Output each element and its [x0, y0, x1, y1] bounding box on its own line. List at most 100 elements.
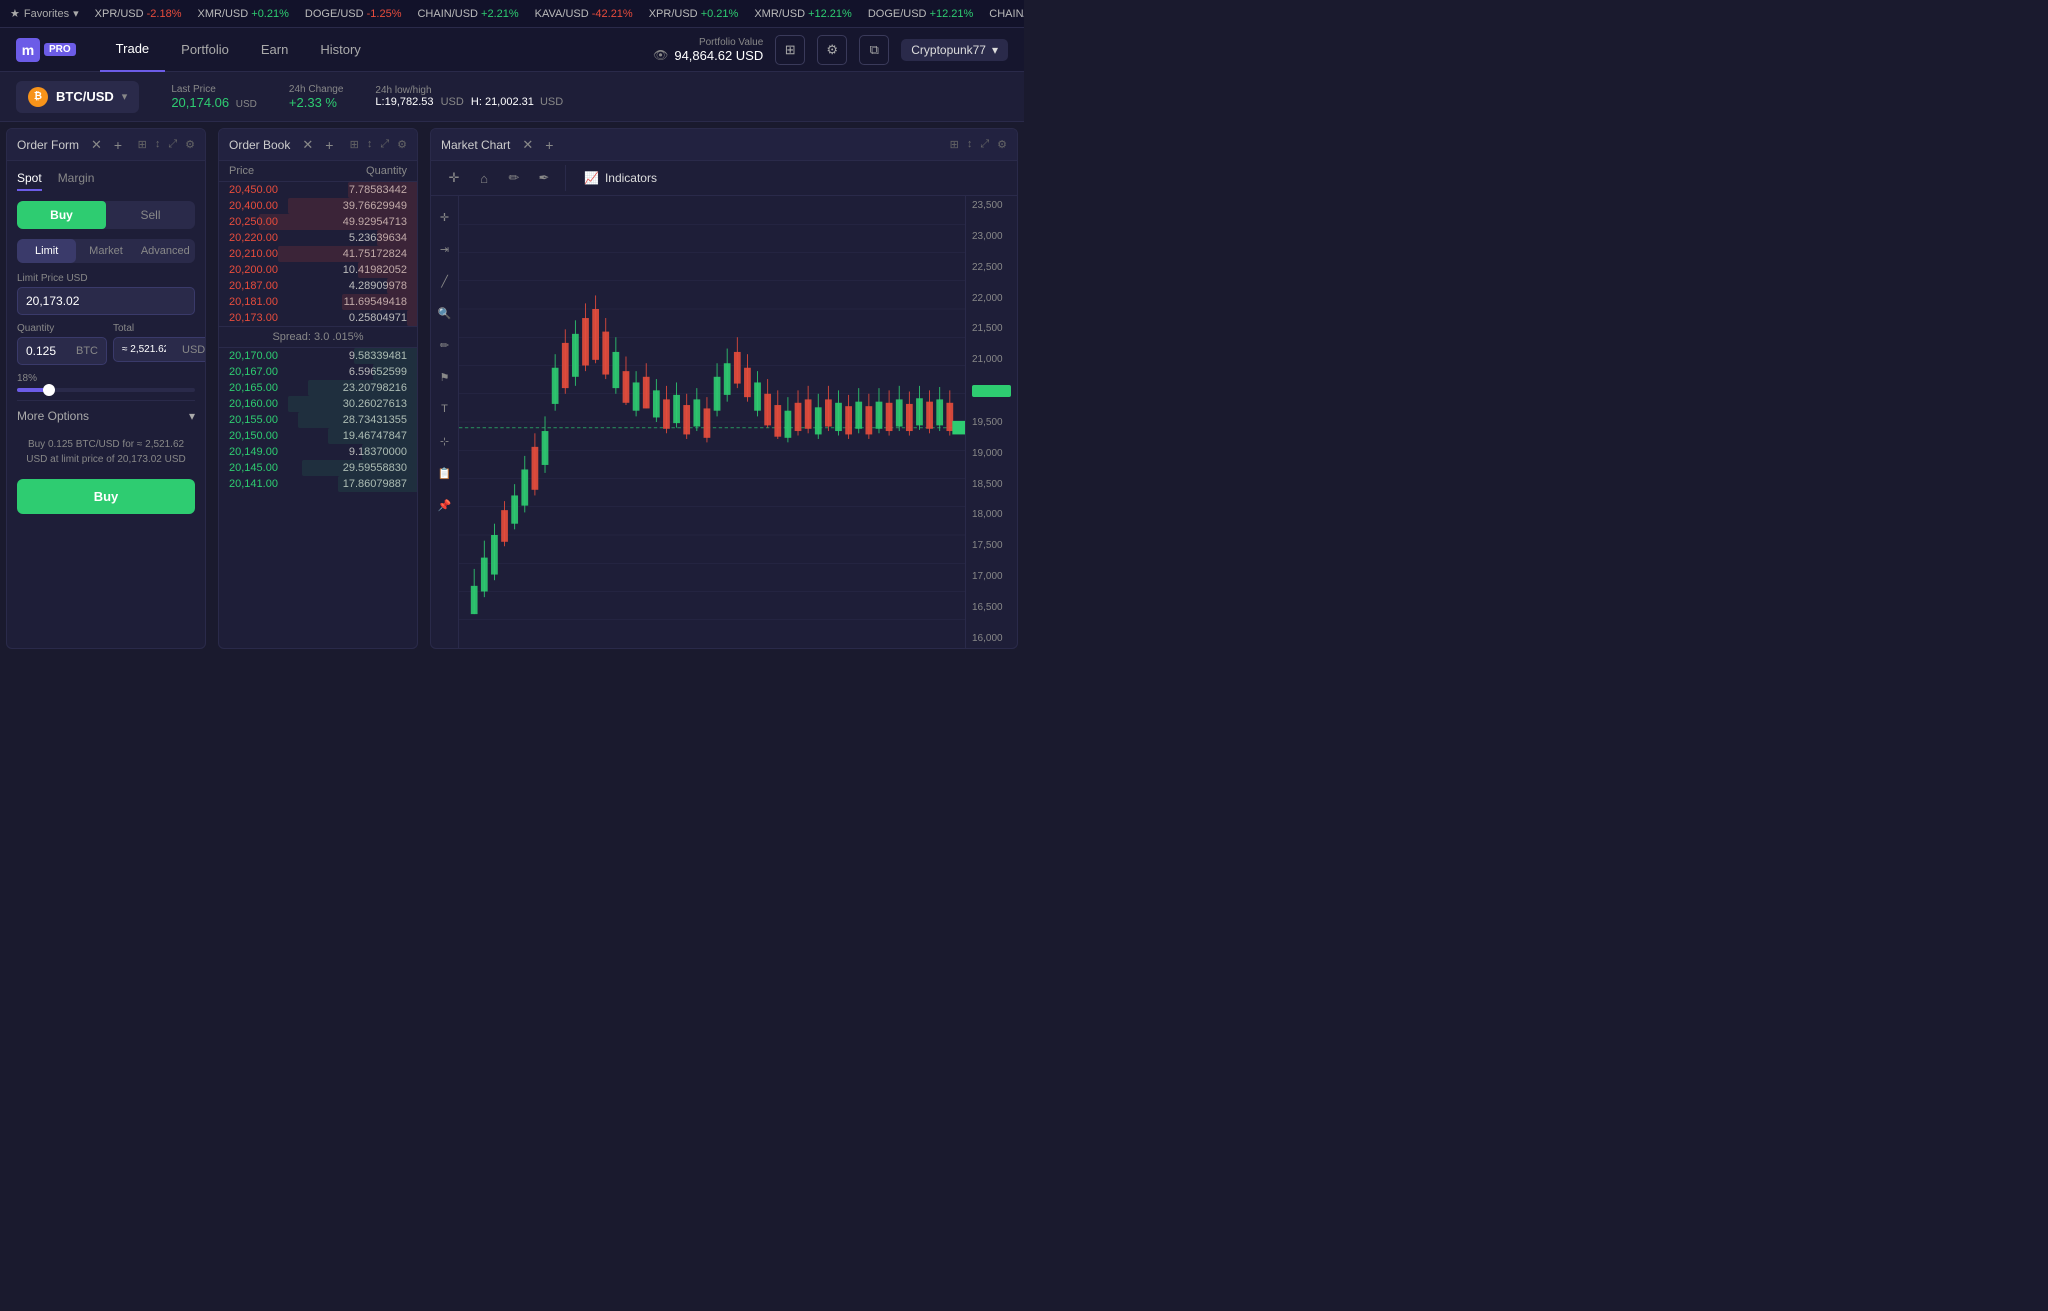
- ask-row[interactable]: 20,250.0049.92954713: [219, 214, 417, 230]
- margin-tab[interactable]: Margin: [58, 171, 95, 191]
- ticker-item-7[interactable]: DOGE/USD +12.21%: [868, 8, 973, 20]
- more-options-toggle[interactable]: More Options ▾: [17, 400, 195, 431]
- eye-icon[interactable]: 👁: [653, 48, 668, 62]
- text-icon[interactable]: T: [432, 396, 458, 422]
- sell-tab[interactable]: Sell: [106, 201, 195, 229]
- ticker-item-1[interactable]: XMR/USD +0.21%: [197, 8, 288, 20]
- grid-icon-btn[interactable]: ⊞: [775, 35, 805, 65]
- limit-price-suffix: USD: [189, 295, 195, 307]
- panel-maximize-icon[interactable]: ⤢: [168, 138, 177, 151]
- nav-bar: m PRO Trade Portfolio Earn History Portf…: [0, 28, 1024, 72]
- bid-row[interactable]: 20,165.0023.20798216: [219, 380, 417, 396]
- nav-portfolio[interactable]: Portfolio: [165, 28, 245, 72]
- order-form-close-btn[interactable]: ✕: [91, 137, 102, 153]
- user-profile-btn[interactable]: Cryptopunk77 ▾: [901, 39, 1008, 61]
- notes-icon[interactable]: 📋: [432, 460, 458, 486]
- ask-row[interactable]: 20,187.004.28909978: [219, 278, 417, 294]
- ticker-item-2[interactable]: DOGE/USD -1.25%: [305, 8, 402, 20]
- bid-row[interactable]: 20,160.0030.26027613: [219, 396, 417, 412]
- ticker-item-5[interactable]: XPR/USD +0.21%: [649, 8, 739, 20]
- ob-spread: Spread: 3.0 .015%: [219, 326, 417, 348]
- qty-slider-track[interactable]: [17, 388, 195, 392]
- measure-icon[interactable]: ⊹: [432, 428, 458, 454]
- ticker-item-8[interactable]: CHAIN/USD +12.21%: [989, 8, 1024, 20]
- chart-left-toolbar: ✛ ⇥ ╱ 🔍 ✏ ⚑ T ⊹ 📋 📌: [431, 196, 459, 648]
- flag-icon[interactable]: ⚑: [432, 364, 458, 390]
- total-input[interactable]: [114, 338, 174, 361]
- panel-settings-icon[interactable]: ⚙: [185, 138, 195, 151]
- crosshair-icon[interactable]: ✛: [432, 204, 458, 230]
- nav-history[interactable]: History: [304, 28, 376, 72]
- draw-line-icon[interactable]: ╱: [432, 268, 458, 294]
- sliders-icon-btn[interactable]: ⧉: [859, 35, 889, 65]
- chart-settings-icon[interactable]: ⚙: [997, 138, 1007, 151]
- pair-selector[interactable]: ₿ BTC/USD ▾: [16, 81, 139, 113]
- bid-row[interactable]: 20,149.009.18370000: [219, 444, 417, 460]
- panel-icon-2: ⊞: [138, 138, 147, 151]
- advanced-tab[interactable]: Advanced: [136, 239, 195, 263]
- buy-sell-tabs: Buy Sell: [17, 201, 195, 229]
- pin-icon[interactable]: 📌: [432, 492, 458, 518]
- market-tab[interactable]: Market: [76, 239, 135, 263]
- bid-row[interactable]: 20,167.006.59652599: [219, 364, 417, 380]
- ask-row[interactable]: 20,181.0011.69549418: [219, 294, 417, 310]
- search-icon[interactable]: 🔍: [432, 300, 458, 326]
- nav-trade[interactable]: Trade: [100, 28, 165, 72]
- order-type-tabs: Limit Market Advanced: [17, 239, 195, 263]
- buy-submit-btn[interactable]: Buy: [17, 479, 195, 514]
- ticker-item-6[interactable]: XMR/USD +12.21%: [754, 8, 852, 20]
- ob-icon-2: ↕: [367, 138, 373, 151]
- order-book-close-btn[interactable]: ✕: [302, 137, 313, 153]
- chart-maximize-icon[interactable]: ⤢: [980, 138, 989, 151]
- ask-row[interactable]: 20,400.0039.76629949: [219, 198, 417, 214]
- edit-icon[interactable]: ✏: [432, 332, 458, 358]
- qty-input[interactable]: [18, 338, 68, 364]
- bid-row[interactable]: 20,141.0017.86079887: [219, 476, 417, 492]
- ob-maximize-icon[interactable]: ⤢: [380, 138, 389, 151]
- pencil-tool-btn[interactable]: ✒: [531, 165, 557, 191]
- bid-row[interactable]: 20,150.0019.46747847: [219, 428, 417, 444]
- ticker-item-3[interactable]: CHAIN/USD +2.21%: [417, 8, 518, 20]
- ticker-item-4[interactable]: KAVA/USD -42.21%: [535, 8, 633, 20]
- ask-row[interactable]: 20,200.0010.41982052: [219, 262, 417, 278]
- move-icon[interactable]: ⇥: [432, 236, 458, 262]
- nav-earn[interactable]: Earn: [245, 28, 304, 72]
- bid-row[interactable]: 20,145.0029.59558830: [219, 460, 417, 476]
- total-suffix: USD: [174, 344, 205, 356]
- portfolio-value-display: Portfolio Value 👁 94,864.62 USD: [653, 37, 763, 63]
- limit-price-input[interactable]: [18, 288, 189, 314]
- spot-tab[interactable]: Spot: [17, 171, 42, 191]
- qty-input-row: BTC: [17, 337, 107, 365]
- ask-row[interactable]: 20,220.005.23639634: [219, 230, 417, 246]
- ask-row[interactable]: 20,173.000.25804971: [219, 310, 417, 326]
- cursor-tool-btn[interactable]: ✛: [441, 165, 467, 191]
- low-high-stat: 24h low/high L:19,782.53 USD H: 21,002.3…: [375, 85, 563, 108]
- add-ob-btn[interactable]: +: [325, 137, 333, 153]
- ob-settings-icon[interactable]: ⚙: [397, 138, 407, 151]
- ask-row[interactable]: 20,450.007.78583442: [219, 182, 417, 198]
- home-btn[interactable]: ⌂: [471, 165, 497, 191]
- bid-row[interactable]: 20,170.009.58339481: [219, 348, 417, 364]
- spot-margin-tabs: Spot Margin: [17, 171, 195, 191]
- chart-close-btn[interactable]: ✕: [522, 137, 533, 153]
- indicators-btn[interactable]: 📈 Indicators: [574, 167, 667, 189]
- pair-bar: ₿ BTC/USD ▾ Last Price 20,174.06 USD 24h…: [0, 72, 1024, 122]
- limit-tab[interactable]: Limit: [17, 239, 76, 263]
- pen-tool-btn[interactable]: ✏: [501, 165, 527, 191]
- chart-icon-1: ⊞: [950, 138, 959, 151]
- add-panel-btn[interactable]: +: [114, 137, 122, 153]
- slider-thumb[interactable]: [43, 384, 55, 396]
- buy-tab[interactable]: Buy: [17, 201, 106, 229]
- logo: m PRO: [16, 38, 76, 62]
- favorites-selector[interactable]: ★ Favorites ▾: [10, 7, 79, 20]
- settings-icon-btn[interactable]: ⚙: [817, 35, 847, 65]
- chart-y-axis: 23,500 23,000 22,500 22,000 21,500 21,00…: [965, 196, 1017, 648]
- order-form-panel: Order Form ✕ + ⊞ ↕ ⤢ ⚙ Spot Margin Buy S…: [6, 128, 206, 649]
- total-group: Total USD: [113, 323, 205, 365]
- ticker-item-0[interactable]: XPR/USD -2.18%: [95, 8, 182, 20]
- slider-row: 18%: [17, 373, 195, 392]
- market-chart-header: Market Chart ✕ + ⊞ ↕ ⤢ ⚙: [431, 129, 1017, 161]
- ask-row[interactable]: 20,210.0041.75172824: [219, 246, 417, 262]
- add-chart-btn[interactable]: +: [545, 137, 553, 153]
- bid-row[interactable]: 20,155.0028.73431355: [219, 412, 417, 428]
